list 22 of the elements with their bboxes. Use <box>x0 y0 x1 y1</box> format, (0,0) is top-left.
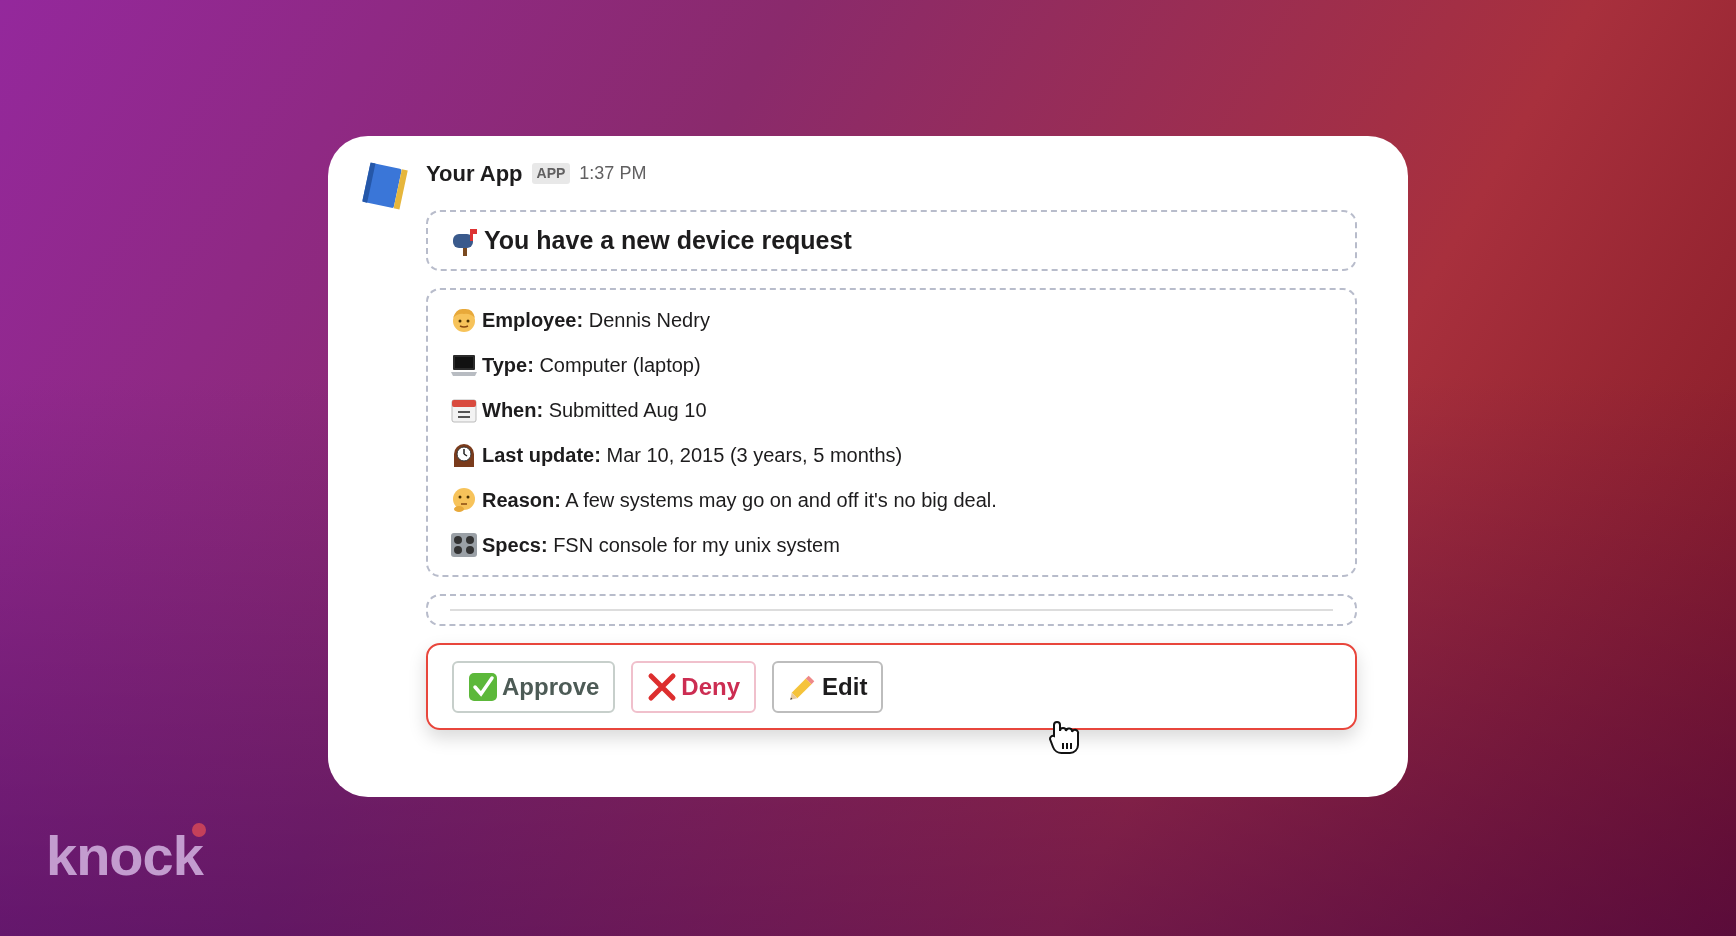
hand-cursor-icon <box>1048 719 1080 755</box>
sender-name: Your App <box>426 159 523 188</box>
control-knobs-icon <box>450 531 478 559</box>
action-button[interactable]: Edit <box>772 660 884 713</box>
field-text: Employee: Dennis Nedry <box>482 308 710 333</box>
cross-icon <box>647 671 678 702</box>
field-text: When: Submitted Aug 10 <box>482 398 707 423</box>
app-badge: APP <box>531 162 571 184</box>
field-text: Reason: A few systems may go on and off it's no big deal. <box>482 488 997 513</box>
person-icon <box>450 306 478 334</box>
notebook-icon <box>360 160 410 212</box>
message-header: You have a new device request <box>484 224 852 256</box>
calendar-icon <box>450 396 478 424</box>
field-text: Last update: Mar 10, 2015 (3 years, 5 months) <box>482 443 903 468</box>
field-text: Specs: FSN console for my unix system <box>482 533 840 558</box>
action-button[interactable]: Approve <box>452 660 616 713</box>
field-text: Type: Computer (laptop) <box>482 353 701 378</box>
thinking-face-icon <box>450 486 478 514</box>
check-icon <box>468 671 498 702</box>
message-time: 1:37 PM <box>579 161 647 185</box>
brand-logo: knock <box>46 828 203 884</box>
action-button[interactable]: Deny <box>631 660 757 713</box>
